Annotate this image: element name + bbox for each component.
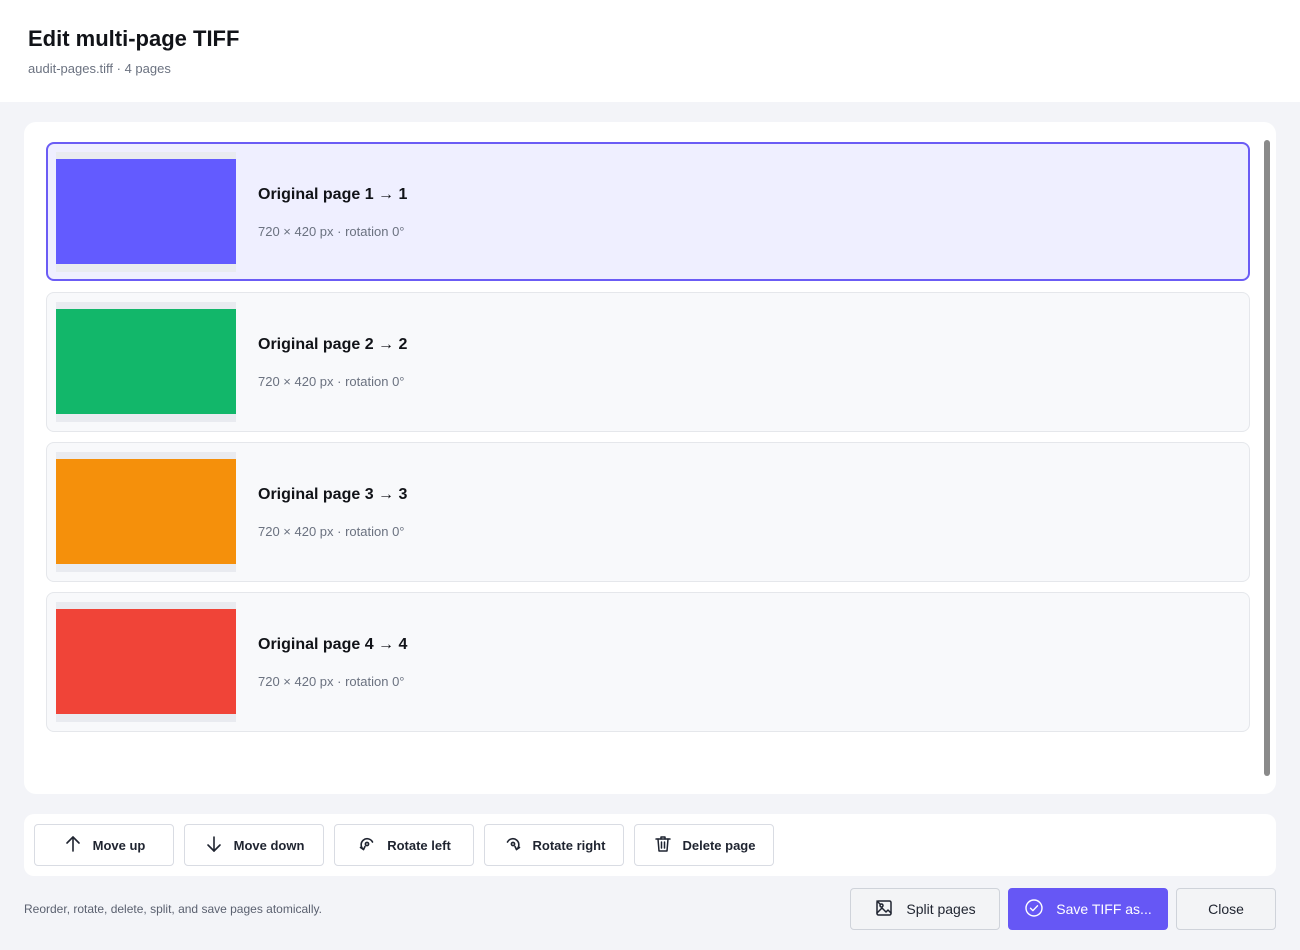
page-thumbnail [56,459,236,564]
arrow-down-icon [204,834,224,857]
page-card-3[interactable]: Original page 3 → 3 720 × 420 px · rotat… [46,442,1250,582]
page-thumbnail-frame [56,602,236,722]
page-list-panel: Original page 1 → 1 720 × 420 px · rotat… [24,122,1276,794]
rotate-right-icon [503,834,523,857]
save-tiff-button[interactable]: Save TIFF as... [1008,888,1168,930]
page-card-4[interactable]: Original page 4 → 4 720 × 420 px · rotat… [46,592,1250,732]
page-thumbnail [56,609,236,714]
page-card-meta: 720 × 420 px · rotation 0° [258,224,405,239]
page-card-title: Original page 4 → 4 [258,636,408,653]
close-label: Close [1208,901,1244,917]
page-card-1[interactable]: Original page 1 → 1 720 × 420 px · rotat… [46,142,1250,281]
save-tiff-label: Save TIFF as... [1056,901,1152,917]
page-thumbnail-frame [56,152,236,272]
move-down-label: Move down [233,837,305,853]
trash-icon [653,834,673,857]
page-card-2[interactable]: Original page 2 → 2 720 × 420 px · rotat… [46,292,1250,432]
page-thumbnail-frame [56,452,236,572]
split-pages-button[interactable]: Split pages [850,888,1000,930]
split-pages-label: Split pages [906,901,976,917]
move-up-label: Move up [92,837,146,853]
delete-page-label: Delete page [682,837,756,853]
rotate-right-label: Rotate right [532,837,606,853]
delete-page-button[interactable]: Delete page [634,824,774,866]
rotate-left-label: Rotate left [387,837,451,853]
page-thumbnail [56,309,236,414]
page-toolbar: Move up Move down Rotate left Rotate rig… [24,814,1276,876]
page-card-title: Original page 3 → 3 [258,486,408,503]
move-down-button[interactable]: Move down [184,824,324,866]
footer-hint: Reorder, rotate, delete, split, and save… [24,902,322,916]
page-card-meta: 720 × 420 px · rotation 0° [258,524,405,539]
rotate-left-button[interactable]: Rotate left [334,824,474,866]
page-card-meta: 720 × 420 px · rotation 0° [258,674,405,689]
image-split-icon [874,898,894,921]
page-card-title: Original page 1 → 1 [258,186,408,203]
arrow-up-icon [63,834,83,857]
page-list-scrollbar[interactable] [1264,140,1270,776]
rotate-right-button[interactable]: Rotate right [484,824,624,866]
rotate-left-icon [357,834,377,857]
check-circle-icon [1024,898,1044,921]
move-up-button[interactable]: Move up [34,824,174,866]
page-thumbnail-frame [56,302,236,422]
dialog-header: Edit multi-page TIFF audit-pages.tiff · … [0,0,1300,102]
dialog-subtitle: audit-pages.tiff · 4 pages [28,61,171,76]
page-thumbnail [56,159,236,264]
page-card-title: Original page 2 → 2 [258,336,408,353]
dialog-title: Edit multi-page TIFF [28,26,240,51]
close-button[interactable]: Close [1176,888,1276,930]
page-card-meta: 720 × 420 px · rotation 0° [258,374,405,389]
page-list: Original page 1 → 1 720 × 420 px · rotat… [46,142,1250,742]
